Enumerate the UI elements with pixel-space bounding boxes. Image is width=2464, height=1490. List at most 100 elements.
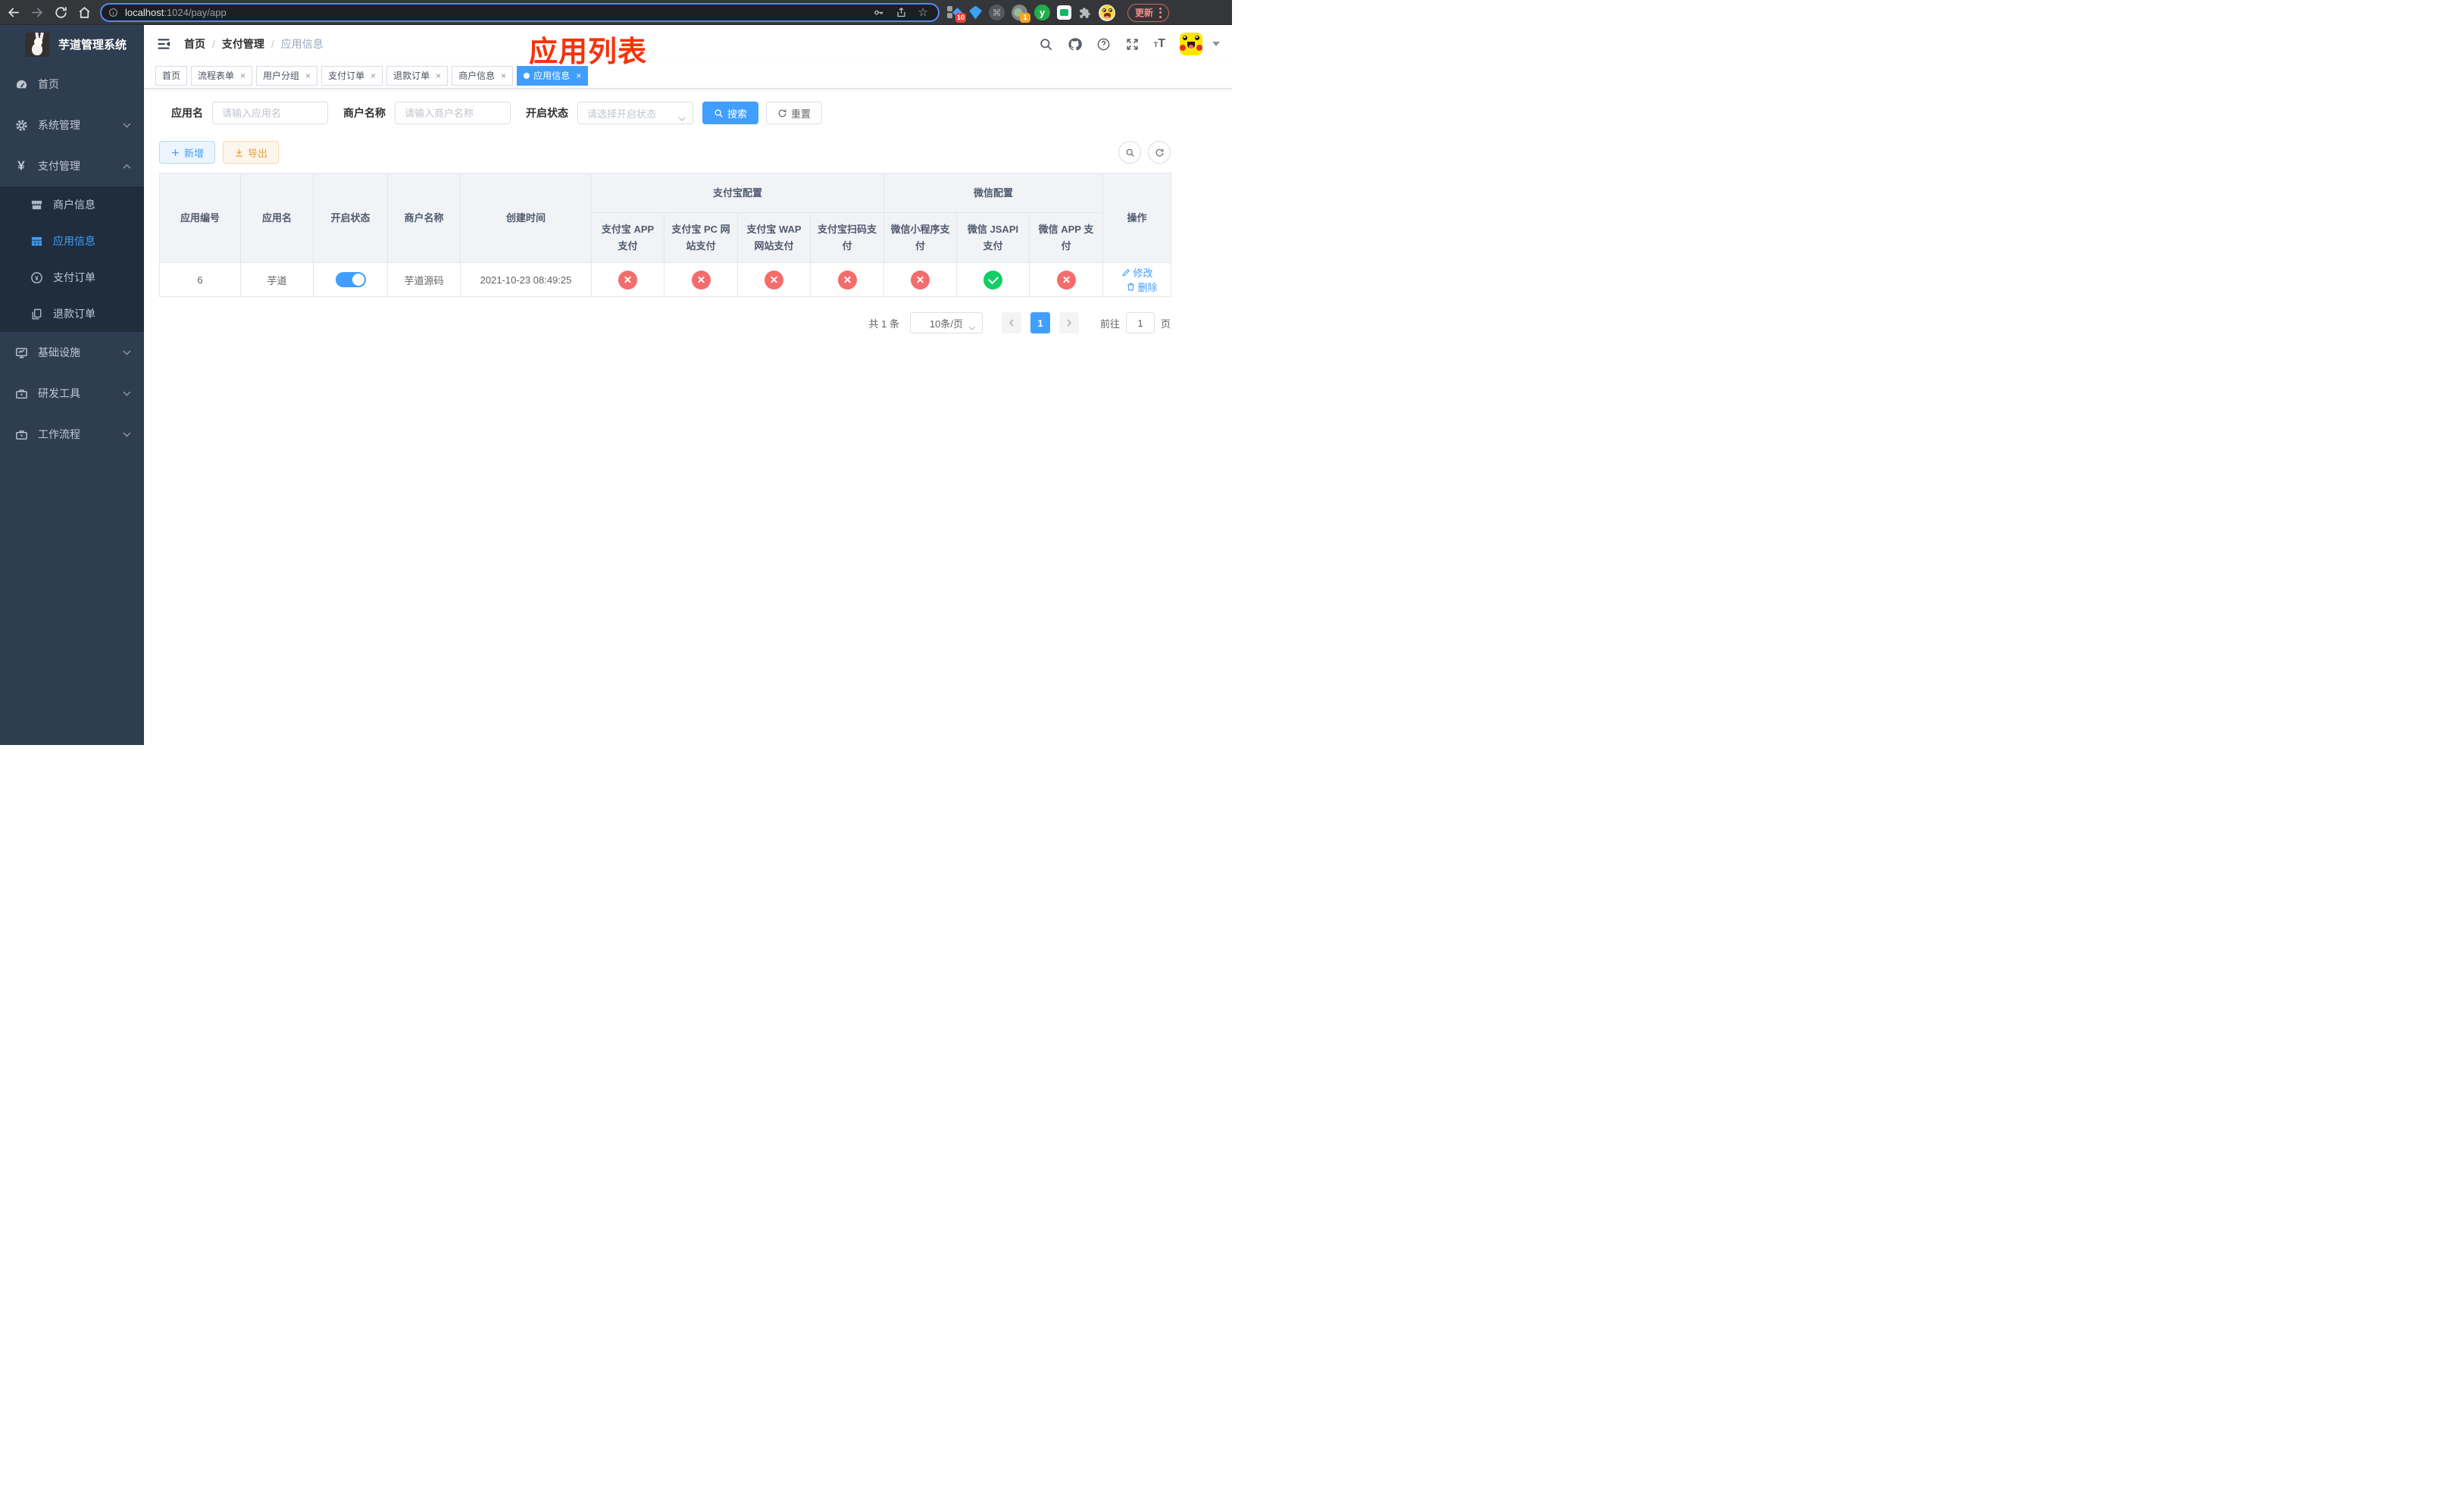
prev-page-button[interactable] xyxy=(1001,312,1021,333)
hamburger-icon[interactable] xyxy=(156,36,171,52)
browser-reload-icon[interactable] xyxy=(54,5,68,20)
bookmark-star-icon[interactable]: ☆ xyxy=(918,7,928,18)
gear-icon xyxy=(14,118,28,132)
reset-button[interactable]: 重置 xyxy=(766,102,823,124)
refresh-table-button[interactable] xyxy=(1148,141,1171,164)
tag-close-icon[interactable]: × xyxy=(436,70,441,81)
breadcrumb-payment[interactable]: 支付管理 xyxy=(222,36,264,52)
breadcrumb-home[interactable]: 首页 xyxy=(184,36,205,52)
profile-avatar[interactable] xyxy=(1099,4,1115,21)
export-button[interactable]: 导出 xyxy=(223,141,280,164)
tag-process-form[interactable]: 流程表单 × xyxy=(191,65,253,86)
url-path: :1024/pay/app xyxy=(164,7,227,18)
config-status-icon xyxy=(837,270,857,290)
app-title: 芋道管理系统 xyxy=(58,39,127,52)
delete-link[interactable]: 删除 xyxy=(1126,280,1158,294)
tag-user-group[interactable]: 用户分组 × xyxy=(256,65,318,86)
tag-refund-orders[interactable]: 退款订单 × xyxy=(386,65,449,86)
extension-grid-icon[interactable]: 10 xyxy=(946,5,966,23)
page-number-button[interactable]: 1 xyxy=(1030,312,1050,333)
document-icon xyxy=(30,307,43,321)
cell-created-time: 2021-10-23 08:49:25 xyxy=(460,262,592,297)
extension-command-icon[interactable]: ⌘ xyxy=(989,5,1005,20)
search-icon xyxy=(714,109,723,117)
browser-menu-icon[interactable] xyxy=(1159,7,1162,18)
extension-meet-icon[interactable]: 1 xyxy=(1012,5,1030,23)
col-header-merchant: 商户名称 xyxy=(387,173,461,263)
col-header-app-id: 应用编号 xyxy=(159,173,241,263)
col-header-app-name: 应用名 xyxy=(240,173,314,263)
edit-pencil-icon xyxy=(1121,268,1130,277)
search-button[interactable]: 搜索 xyxy=(702,102,759,124)
extension-badge: 1 xyxy=(1020,13,1030,23)
tag-close-icon[interactable]: × xyxy=(240,70,245,81)
font-size-icon[interactable]: TT xyxy=(1154,37,1165,51)
sidebar-item-workflow[interactable]: 工作流程 xyxy=(0,414,144,455)
sidebar-item-pay-orders[interactable]: ¥ 支付订单 xyxy=(0,259,144,296)
app-table: 应用编号 应用名 开启状态 商户名称 创建时间 支付宝配置 微信配置 操作 支付… xyxy=(159,173,1172,297)
help-icon[interactable] xyxy=(1096,37,1111,52)
reset-button-label: 重置 xyxy=(791,108,811,120)
browser-home-icon[interactable] xyxy=(77,5,92,20)
tag-close-icon[interactable]: × xyxy=(501,70,506,81)
sidebar-logo-row[interactable]: 芋道管理系统 xyxy=(0,25,144,64)
add-button[interactable]: 新增 xyxy=(159,141,216,164)
filter-label-status: 开启状态 xyxy=(526,107,568,119)
password-key-icon[interactable] xyxy=(873,7,884,18)
sidebar-item-payment[interactable]: ¥ 支付管理 xyxy=(0,146,144,186)
tag-close-icon[interactable]: × xyxy=(371,70,376,81)
avatar-caret-icon[interactable] xyxy=(1212,42,1220,46)
col-header-alipay-app: 支付宝 APP 支付 xyxy=(591,212,664,263)
site-info-icon[interactable] xyxy=(108,8,118,17)
tag-home[interactable]: 首页 xyxy=(155,65,188,86)
browser-forward-icon[interactable] xyxy=(30,5,44,20)
dashboard-icon xyxy=(14,77,28,91)
toolbox-icon xyxy=(14,387,28,400)
toggle-search-button[interactable] xyxy=(1118,141,1141,164)
col-header-wechat-mini: 微信小程序支付 xyxy=(883,212,958,263)
status-toggle[interactable] xyxy=(335,272,366,287)
user-avatar[interactable] xyxy=(1180,33,1202,55)
config-status-icon xyxy=(911,270,930,290)
status-select[interactable]: 请选择开启状态 xyxy=(577,102,693,124)
fullscreen-icon[interactable] xyxy=(1125,37,1140,52)
tag-close-icon[interactable]: × xyxy=(305,70,311,81)
y-glyph: y xyxy=(1039,7,1046,18)
next-page-button[interactable] xyxy=(1058,312,1079,333)
sidebar-item-dev-tools[interactable]: 研发工具 xyxy=(0,373,144,414)
share-icon[interactable] xyxy=(896,7,907,18)
header-search-icon[interactable] xyxy=(1039,37,1053,52)
edit-link[interactable]: 修改 xyxy=(1121,265,1153,280)
tag-close-icon[interactable]: × xyxy=(576,70,581,81)
sidebar-item-system[interactable]: 系统管理 xyxy=(0,105,144,146)
tag-label: 流程表单 xyxy=(198,70,235,81)
extension-y-icon[interactable]: y xyxy=(1034,5,1050,20)
tag-pay-orders[interactable]: 支付订单 × xyxy=(321,65,383,86)
github-icon[interactable] xyxy=(1068,37,1082,52)
sidebar-item-label: 工作流程 xyxy=(38,428,80,440)
merchant-name-input[interactable] xyxy=(395,102,511,124)
update-label: 更新 xyxy=(1135,8,1154,18)
page-unit-label: 页 xyxy=(1160,318,1171,330)
extensions-puzzle-icon[interactable] xyxy=(1078,6,1092,20)
app-name-input[interactable] xyxy=(212,102,328,124)
briefcase-icon xyxy=(14,427,28,441)
sidebar-item-merchant-info[interactable]: 商户信息 xyxy=(0,186,144,223)
goto-page-input[interactable] xyxy=(1125,312,1155,333)
goto-label: 前往 xyxy=(1099,318,1120,330)
tag-label: 首页 xyxy=(162,70,181,81)
sidebar: 芋道管理系统 首页 系统管理 ¥ 支付管理 商户信息 应用信息 ¥ 支付订单 退… xyxy=(0,25,144,745)
browser-update-button[interactable]: 更新 xyxy=(1127,3,1170,22)
cell-wechat-jsapi xyxy=(956,262,1030,297)
sidebar-item-app-info[interactable]: 应用信息 xyxy=(0,223,144,259)
sidebar-item-infrastructure[interactable]: 基础设施 xyxy=(0,332,144,373)
sidebar-item-home[interactable]: 首页 xyxy=(0,64,144,105)
extension-chat-icon[interactable] xyxy=(1057,5,1071,20)
browser-back-icon[interactable] xyxy=(7,5,21,20)
tag-merchant-info[interactable]: 商户信息 × xyxy=(452,65,514,86)
page-size-select[interactable]: 10条/页 xyxy=(909,312,983,333)
extension-gem-icon[interactable] xyxy=(969,5,982,20)
plus-icon xyxy=(172,149,179,156)
sidebar-item-refund-orders[interactable]: 退款订单 xyxy=(0,296,144,332)
address-bar[interactable]: localhost:1024/pay/app ☆ xyxy=(100,3,940,22)
